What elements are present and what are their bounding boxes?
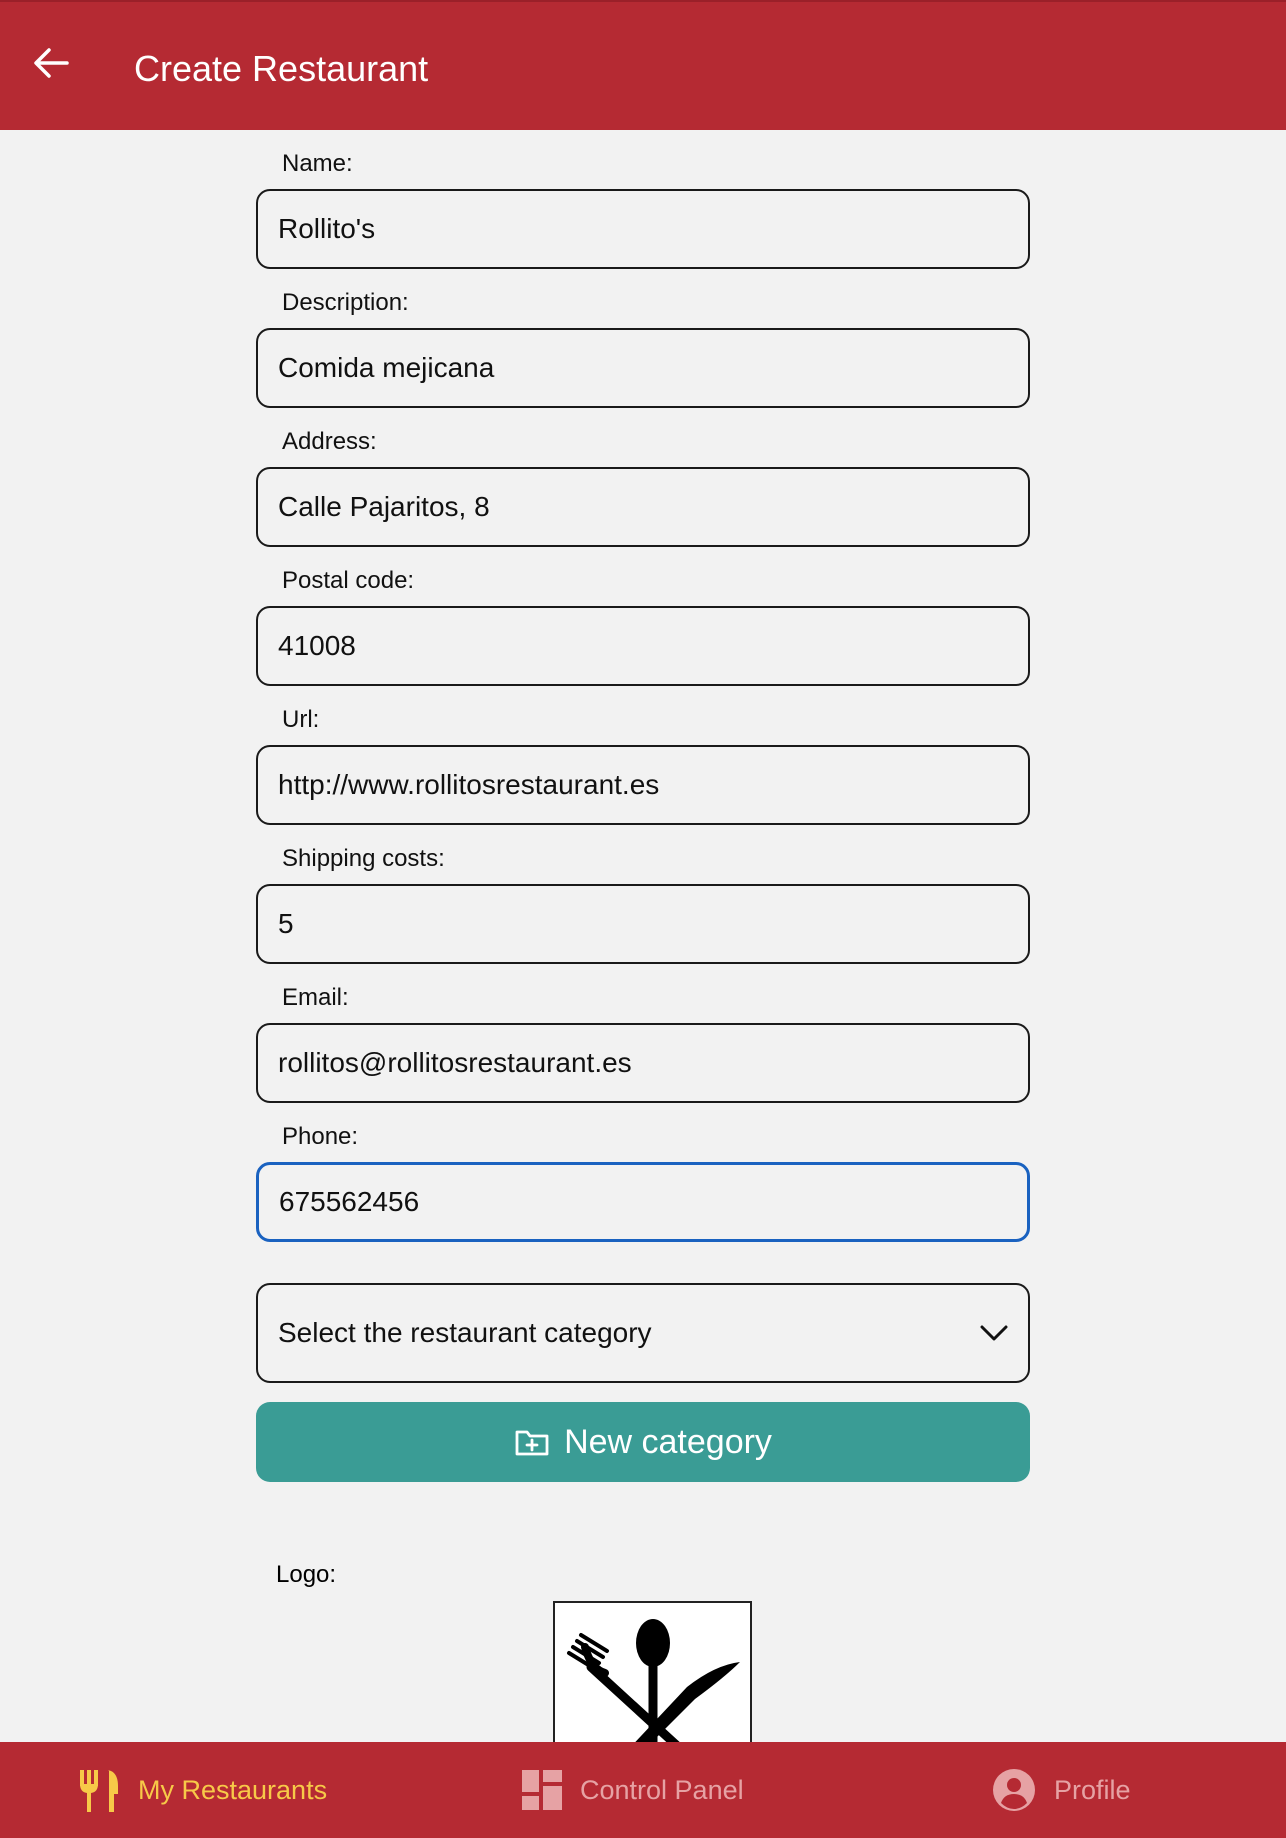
nav-label-control-panel: Control Panel bbox=[580, 1774, 744, 1805]
app-header: Create Restaurant bbox=[0, 0, 1286, 130]
postal-code-field[interactable] bbox=[256, 606, 1030, 686]
address-field[interactable] bbox=[256, 467, 1030, 547]
nav-item-control-panel[interactable]: Control Panel bbox=[522, 1742, 744, 1838]
logo-image[interactable] bbox=[553, 1601, 752, 1751]
shipping-costs-field[interactable] bbox=[256, 884, 1030, 964]
description-field[interactable] bbox=[256, 328, 1030, 408]
phone-label: Phone: bbox=[282, 1123, 359, 1150]
url-field[interactable] bbox=[256, 745, 1030, 825]
new-category-button[interactable]: New category bbox=[256, 1402, 1030, 1482]
nav-item-my-restaurants[interactable]: My Restaurants bbox=[78, 1742, 327, 1838]
description-label: Description: bbox=[282, 289, 409, 316]
logo-label: Logo: bbox=[276, 1561, 337, 1588]
phone-field[interactable] bbox=[256, 1162, 1030, 1242]
nav-label-profile: Profile bbox=[1054, 1774, 1131, 1805]
address-label: Address: bbox=[282, 428, 377, 455]
new-category-label: New category bbox=[564, 1422, 772, 1461]
page-title: Create Restaurant bbox=[134, 48, 429, 89]
arrow-left-icon bbox=[34, 48, 69, 78]
folder-plus-icon bbox=[515, 1430, 549, 1456]
postal-code-label: Postal code: bbox=[282, 567, 415, 594]
email-label: Email: bbox=[282, 984, 349, 1011]
category-select-text: Select the restaurant category bbox=[278, 1317, 652, 1348]
dashboard-icon bbox=[522, 1770, 562, 1810]
nav-label-my-restaurants: My Restaurants bbox=[138, 1774, 328, 1805]
profile-icon bbox=[993, 1769, 1035, 1811]
back-button[interactable] bbox=[26, 38, 76, 88]
shipping-costs-label: Shipping costs: bbox=[282, 845, 445, 872]
category-select[interactable]: Select the restaurant category bbox=[256, 1283, 1030, 1383]
bottom-nav: My Restaurants Control Panel Profile bbox=[0, 1742, 1286, 1838]
url-label: Url: bbox=[282, 706, 320, 733]
cutlery-logo-icon bbox=[567, 1619, 740, 1749]
name-label: Name: bbox=[282, 150, 353, 177]
email-field[interactable] bbox=[256, 1023, 1030, 1103]
chevron-down-icon bbox=[980, 1325, 1008, 1341]
name-field[interactable] bbox=[256, 189, 1030, 269]
restaurant-icon bbox=[80, 1770, 118, 1812]
nav-item-profile[interactable]: Profile bbox=[992, 1742, 1131, 1838]
